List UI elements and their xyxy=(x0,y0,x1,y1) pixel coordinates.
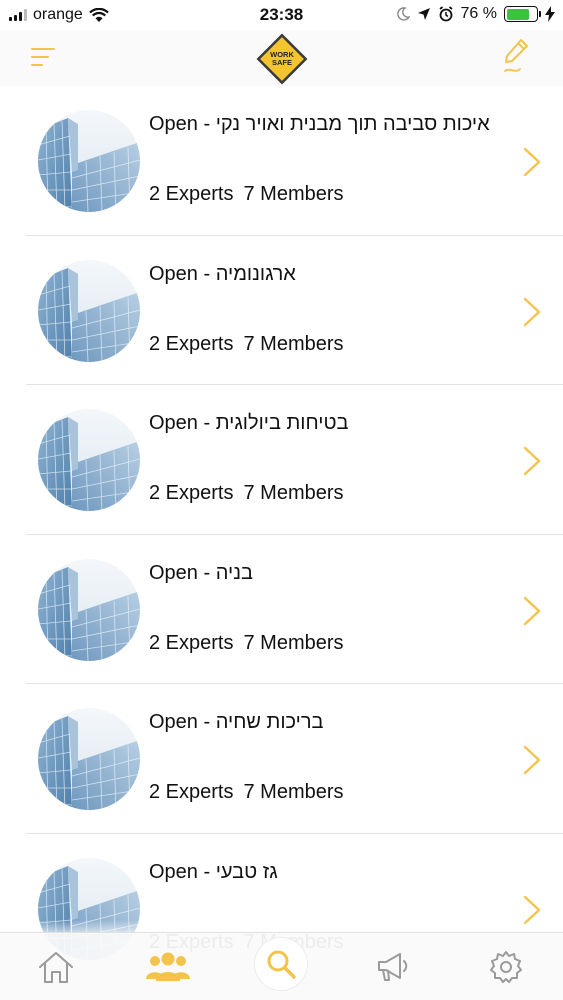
group-avatar xyxy=(38,259,140,362)
alarm-icon xyxy=(438,6,453,22)
hamburger-menu-icon[interactable] xyxy=(31,48,55,68)
group-stats: 2 Experts 7 Members xyxy=(149,482,344,505)
search-button[interactable] xyxy=(254,937,308,991)
group-members: 7 Members xyxy=(243,781,344,803)
group-status: Open xyxy=(149,711,198,733)
battery-percent: 76 % xyxy=(460,5,497,22)
group-title-separator: - xyxy=(197,262,216,285)
tab-settings[interactable] xyxy=(450,933,562,1000)
nav-header: WORK SAFE xyxy=(0,30,563,86)
list-item[interactable]: Open - בניה 2 Experts 7 Members xyxy=(0,535,563,684)
group-title: Open - בניה xyxy=(149,562,253,585)
group-avatar xyxy=(38,409,140,511)
group-name: ארגונומיה xyxy=(215,262,296,285)
group-name: איכות סביבה תוך מבנית ואויר נקי xyxy=(215,113,490,135)
group-status: Open xyxy=(149,113,198,135)
group-name: בניה xyxy=(215,561,253,584)
chevron-right-icon[interactable] xyxy=(521,296,543,328)
group-avatar xyxy=(38,558,140,661)
charging-bolt-icon xyxy=(545,6,555,22)
group-title: Open - איכות סביבה תוך מבנית ואויר נקי xyxy=(149,113,490,136)
group-stats: 2 Experts 7 Members xyxy=(149,333,344,356)
group-title-separator: - xyxy=(197,561,216,584)
tab-groups[interactable] xyxy=(112,933,224,1000)
group-title: Open - ארגונומיה xyxy=(149,263,296,286)
list-item[interactable]: Open - בריכות שחיה 2 Experts 7 Members xyxy=(0,684,563,834)
group-title: Open - בריכות שחיה xyxy=(149,711,323,734)
tab-announcements[interactable] xyxy=(337,933,449,1000)
group-experts: 2 Experts xyxy=(149,183,234,205)
search-icon xyxy=(267,950,296,979)
group-members: 7 Members xyxy=(243,183,344,205)
status-right: 76 % xyxy=(396,5,555,23)
group-name: גז טבעי xyxy=(215,860,278,883)
home-icon xyxy=(39,952,73,983)
group-title-separator: - xyxy=(197,412,216,434)
location-arrow-icon xyxy=(417,8,430,20)
chevron-right-icon[interactable] xyxy=(521,744,543,776)
group-title-separator: - xyxy=(197,711,216,733)
chevron-right-icon[interactable] xyxy=(521,445,543,477)
list-item[interactable]: Open - איכות סביבה תוך מבנית ואויר נקי 2… xyxy=(0,86,563,236)
groups-icon xyxy=(146,952,190,981)
group-title-separator: - xyxy=(197,113,216,135)
group-title: Open - בטיחות ביולוגית xyxy=(149,412,348,435)
group-status: Open xyxy=(149,860,198,883)
group-stats: 2 Experts 7 Members xyxy=(149,183,344,206)
group-status: Open xyxy=(149,262,198,285)
group-experts: 2 Experts xyxy=(149,332,234,355)
group-name: בריכות שחיה xyxy=(215,711,324,733)
group-members: 7 Members xyxy=(243,631,344,654)
gear-icon xyxy=(490,951,522,983)
battery-icon xyxy=(504,6,541,22)
group-list: Open - איכות סביבה תוך מבנית ואויר נקי 2… xyxy=(0,86,563,983)
group-experts: 2 Experts xyxy=(149,482,234,504)
battery-fill xyxy=(506,8,529,20)
pencil-icon[interactable] xyxy=(501,38,531,76)
megaphone-icon xyxy=(378,953,408,981)
group-status: Open xyxy=(149,412,198,434)
tab-bar xyxy=(0,932,563,1000)
list-item[interactable]: Open - ארגונומיה 2 Experts 7 Members xyxy=(0,236,563,385)
logo-text-line2: SAFE xyxy=(272,58,292,67)
tab-home[interactable] xyxy=(0,933,112,1000)
group-title-separator: - xyxy=(197,860,216,883)
group-status: Open xyxy=(149,561,198,584)
group-members: 7 Members xyxy=(243,482,344,504)
group-stats: 2 Experts 7 Members xyxy=(149,781,344,804)
group-title: Open - גז טבעי xyxy=(149,861,278,884)
tab-search[interactable] xyxy=(225,933,337,1000)
list-item[interactable]: Open - בטיחות ביולוגית 2 Experts 7 Member… xyxy=(0,385,563,535)
moon-icon xyxy=(396,7,410,21)
group-stats: 2 Experts 7 Members xyxy=(149,632,344,655)
group-experts: 2 Experts xyxy=(149,631,234,654)
group-avatar xyxy=(38,110,140,212)
chevron-right-icon[interactable] xyxy=(521,595,543,627)
group-experts: 2 Experts xyxy=(149,781,234,803)
work-safe-logo: WORK SAFE xyxy=(253,30,311,88)
group-avatar xyxy=(38,708,140,810)
group-members: 7 Members xyxy=(243,332,344,355)
group-name: בטיחות ביולוגית xyxy=(215,412,349,434)
chevron-right-icon[interactable] xyxy=(521,146,543,178)
status-bar: orange 23:38 76 % xyxy=(0,0,563,30)
